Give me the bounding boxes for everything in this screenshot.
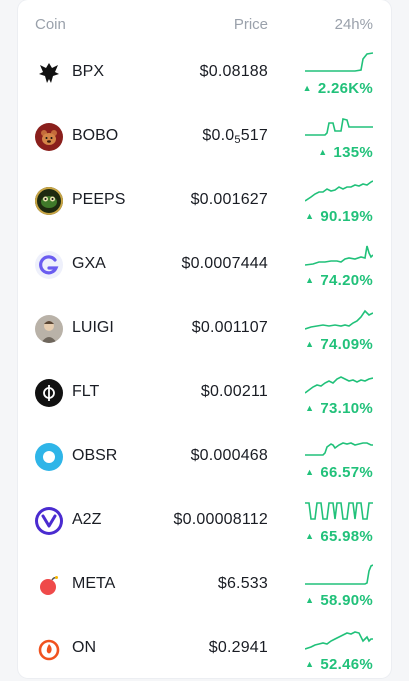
change-24h: ▲ 2.26K% [303, 80, 373, 97]
up-triangle-icon: ▲ [305, 275, 315, 285]
coin-price: $0.00008112 [173, 511, 268, 528]
up-triangle-icon: ▲ [305, 531, 315, 541]
coin-row-bpx[interactable]: BPX $0.08188 ▲ 2.26K% [18, 41, 391, 105]
up-triangle-icon: ▲ [305, 211, 315, 221]
sparkline-chart [305, 442, 373, 456]
coin-price: $0.05517 [202, 127, 268, 146]
up-triangle-icon: ▲ [302, 83, 312, 93]
change-24h: ▲ 52.46% [305, 656, 373, 673]
header-price[interactable]: Price [234, 16, 268, 33]
sparkline-chart [305, 118, 373, 136]
coin-symbol: GXA [72, 255, 106, 272]
change-value: 65.98% [320, 528, 373, 545]
price-main: $0.0 [202, 127, 235, 144]
trending-coins-card: Coin Price 24h% BPX $0.08188 ▲ 2.26K% BO… [18, 0, 391, 678]
coin-row-obsr[interactable]: OBSR $0.000468 ▲ 66.57% [18, 425, 391, 489]
coin-price: $0.000468 [190, 447, 268, 464]
flt-phi-icon [35, 379, 63, 407]
coin-row-luigi[interactable]: LUIGI $0.001107 ▲ 74.09% [18, 297, 391, 361]
change-24h: ▲ 65.98% [305, 528, 373, 545]
change-24h: ▲ 135% [318, 144, 373, 161]
up-triangle-icon: ▲ [318, 147, 328, 157]
header-coin[interactable]: Coin [35, 16, 66, 33]
change-value: 73.10% [320, 400, 373, 417]
sparkline-chart [305, 564, 373, 585]
coin-row-flt[interactable]: FLT $0.00211 ▲ 73.10% [18, 361, 391, 425]
sparkline-chart [305, 52, 373, 72]
coin-price: $0.2941 [208, 639, 268, 656]
coin-symbol: BOBO [72, 127, 119, 144]
sparkline-chart [305, 631, 373, 650]
change-value: 135% [333, 144, 373, 161]
coin-symbol: A2Z [72, 511, 102, 528]
up-triangle-icon: ▲ [305, 403, 315, 413]
obsr-ring-icon [35, 443, 63, 471]
coin-price: $0.0007444 [181, 255, 268, 272]
header-24h-change[interactable]: 24h% [335, 16, 373, 33]
up-triangle-icon: ▲ [305, 339, 315, 349]
coin-row-peeps[interactable]: PEEPS $0.001627 ▲ 90.19% [18, 169, 391, 233]
coin-row-on[interactable]: ON $0.2941 ▲ 52.46% [18, 617, 391, 681]
change-24h: ▲ 74.09% [305, 336, 373, 353]
coin-price: $0.08188 [199, 63, 268, 80]
sparkline-chart [305, 309, 373, 330]
coin-price: $6.533 [217, 575, 268, 592]
coin-symbol: ON [72, 639, 96, 656]
coin-row-meta[interactable]: META $6.533 ▲ 58.90% [18, 553, 391, 617]
coin-symbol: LUIGI [72, 319, 114, 336]
coin-price: $0.00211 [200, 383, 268, 400]
change-value: 74.09% [320, 336, 373, 353]
coin-price: $0.001107 [191, 319, 268, 336]
luigi-avatar-icon [35, 315, 63, 343]
change-value: 74.20% [320, 272, 373, 289]
meta-bomb-icon [35, 571, 63, 599]
gxa-g-icon [35, 251, 63, 279]
coin-row-bobo[interactable]: BOBO $0.05517 ▲ 135% [18, 105, 391, 169]
a2z-shield-icon [35, 507, 63, 535]
on-flame-icon [35, 635, 63, 663]
coin-symbol: FLT [72, 383, 100, 400]
table-header: Coin Price 24h% [18, 0, 391, 44]
sparkline-chart [305, 180, 373, 202]
change-value: 2.26K% [317, 80, 373, 97]
up-triangle-icon: ▲ [305, 595, 315, 605]
change-value: 52.46% [320, 656, 373, 673]
coin-symbol: BPX [72, 63, 105, 80]
change-24h: ▲ 58.90% [305, 592, 373, 609]
change-24h: ▲ 90.19% [305, 208, 373, 225]
sparkline-chart [305, 245, 373, 266]
coin-row-a2z[interactable]: A2Z $0.00008112 ▲ 65.98% [18, 489, 391, 553]
bobo-bear-icon [35, 123, 63, 151]
bpx-phoenix-icon [35, 59, 63, 87]
change-value: 66.57% [320, 464, 373, 481]
coin-row-gxa[interactable]: GXA $0.0007444 ▲ 74.20% [18, 233, 391, 297]
change-24h: ▲ 74.20% [305, 272, 373, 289]
price-tail: 517 [240, 127, 268, 144]
coin-price: $0.001627 [190, 191, 268, 208]
peeps-frog-icon [35, 187, 63, 215]
change-24h: ▲ 66.57% [305, 464, 373, 481]
change-value: 90.19% [320, 208, 373, 225]
sparkline-chart [305, 502, 373, 520]
up-triangle-icon: ▲ [305, 467, 315, 477]
coin-symbol: PEEPS [72, 191, 126, 208]
coin-symbol: META [72, 575, 116, 592]
change-value: 58.90% [320, 592, 373, 609]
change-24h: ▲ 73.10% [305, 400, 373, 417]
up-triangle-icon: ▲ [305, 659, 315, 669]
coin-symbol: OBSR [72, 447, 118, 464]
sparkline-chart [305, 376, 373, 394]
